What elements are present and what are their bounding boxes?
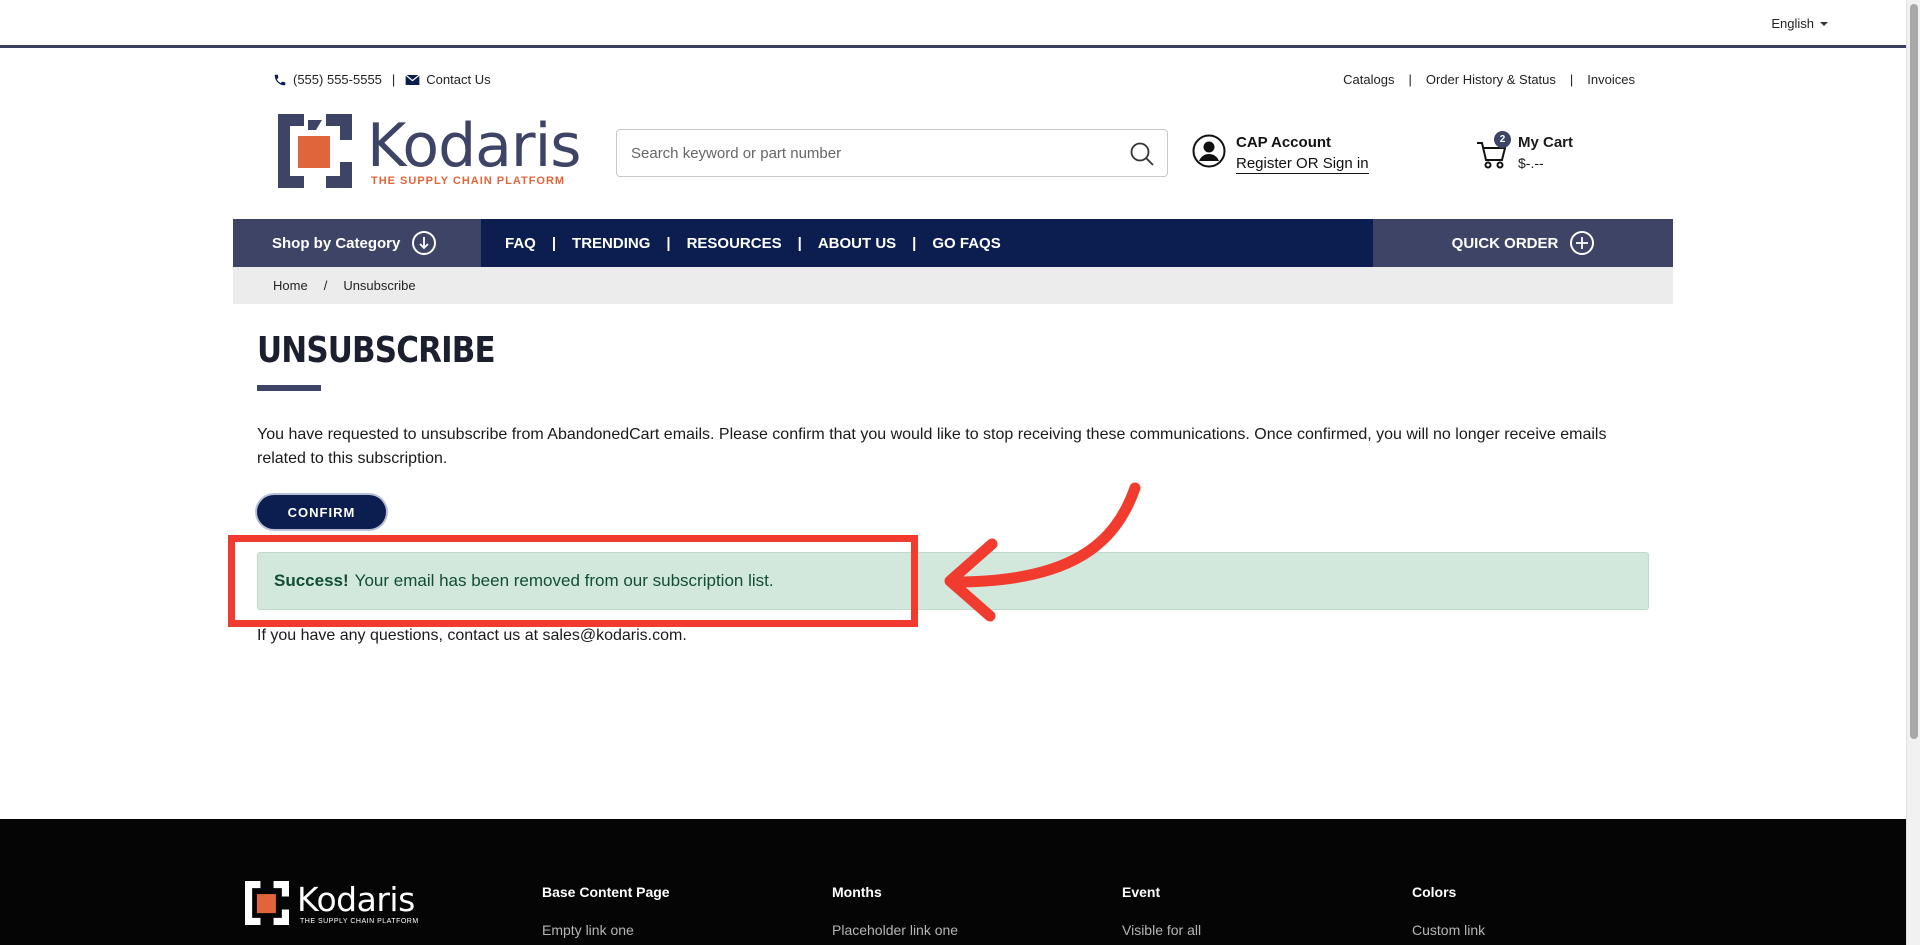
footer-column: Event Visible for all: [1122, 884, 1201, 938]
footer-link[interactable]: Placeholder link one: [832, 922, 958, 938]
footer-heading: Colors: [1412, 884, 1457, 900]
page-title: UNSUBSCRIBE: [257, 330, 496, 371]
footer-column: Months Placeholder link one: [832, 884, 958, 938]
mail-icon: [405, 74, 421, 85]
utility-links: Catalogs | Order History & Status | Invo…: [1343, 72, 1635, 87]
footer-heading: Event: [1122, 884, 1161, 900]
top-utility-bar: English: [0, 0, 1906, 48]
annotation-arrow-icon: [944, 482, 1141, 622]
search-icon[interactable]: [1129, 141, 1155, 167]
caret-down-icon: [1820, 21, 1828, 26]
footer-logo-tagline: THE SUPPLY CHAIN PLATFORM: [300, 918, 419, 925]
annotation-highlight-box: [228, 535, 918, 627]
logo-wordmark: Kodaris: [367, 111, 582, 181]
nav-link-faq[interactable]: FAQ: [505, 235, 536, 252]
footer-column: Colors Custom link: [1412, 884, 1485, 938]
footer-link[interactable]: Custom link: [1412, 922, 1485, 938]
contact-row: (555) 555-5555 | Contact Us: [273, 72, 491, 87]
footer-heading: Months: [832, 884, 882, 900]
breadcrumb-current: Unsubscribe: [343, 278, 416, 293]
footer-column: Base Content Page Empty link one: [542, 884, 670, 938]
language-selector[interactable]: English: [1771, 16, 1828, 31]
separator: |: [391, 72, 396, 87]
cart-widget[interactable]: 2 My Cart $-.--: [1476, 131, 1574, 172]
user-icon: [1192, 134, 1226, 168]
invoices-link[interactable]: Invoices: [1587, 72, 1635, 87]
footer-heading: Base Content Page: [542, 884, 670, 900]
phone-number[interactable]: (555) 555-5555: [293, 72, 382, 87]
quick-order-button[interactable]: QUICK ORDER: [1373, 219, 1673, 267]
nav-link-go-faqs[interactable]: GO FAQS: [932, 235, 1000, 252]
separator: |: [797, 234, 802, 252]
logo-tagline: THE SUPPLY CHAIN PLATFORM: [371, 175, 566, 187]
language-label: English: [1771, 16, 1814, 31]
breadcrumb-separator: /: [323, 278, 328, 293]
catalogs-link[interactable]: Catalogs: [1343, 72, 1394, 87]
scrollbar[interactable]: [1906, 0, 1920, 945]
cart-title: My Cart: [1518, 134, 1574, 151]
shop-by-category-label: Shop by Category: [272, 234, 401, 252]
arrow-down-circle-icon: [412, 231, 437, 255]
cart-total: $-.--: [1518, 155, 1544, 171]
phone-icon: [274, 74, 286, 85]
scrollbar-thumb[interactable]: [1910, 4, 1918, 739]
order-history-link[interactable]: Order History & Status: [1426, 72, 1556, 87]
site-logo[interactable]: Kodaris THE SUPPLY CHAIN PLATFORM: [278, 114, 582, 190]
nav-link-about-us[interactable]: ABOUT US: [818, 235, 896, 252]
unsubscribe-description: You have requested to unsubscribe from A…: [257, 426, 1607, 467]
search-bar: [616, 129, 1168, 177]
nav-link-resources[interactable]: RESOURCES: [687, 235, 782, 252]
footer-logo[interactable]: Kodaris THE SUPPLY CHAIN PLATFORM: [245, 881, 425, 929]
separator: |: [912, 234, 917, 252]
nav-links: FAQ | TRENDING | RESOURCES | ABOUT US | …: [505, 219, 1001, 267]
quick-order-label: QUICK ORDER: [1451, 234, 1559, 252]
confirm-button[interactable]: CONFIRM: [257, 495, 386, 529]
footer-link[interactable]: Empty link one: [542, 922, 670, 938]
search-input[interactable]: [631, 142, 1111, 164]
account-widget[interactable]: CAP Account Register OR Sign in: [1192, 134, 1369, 174]
site-footer: Kodaris THE SUPPLY CHAIN PLATFORM Base C…: [0, 819, 1906, 945]
contact-questions-text: If you have any questions, contact us at…: [257, 627, 687, 644]
breadcrumb: Home / Unsubscribe: [233, 267, 1673, 304]
kodaris-logo-mark: [245, 881, 289, 925]
shop-by-category-button[interactable]: Shop by Category: [233, 219, 481, 267]
breadcrumb-home[interactable]: Home: [273, 278, 308, 293]
title-underline: [257, 385, 321, 391]
separator: |: [666, 234, 671, 252]
kodaris-logo-mark: [278, 114, 352, 188]
footer-logo-wordmark: Kodaris: [297, 880, 415, 919]
separator: |: [1569, 72, 1574, 87]
separator: |: [551, 234, 557, 252]
main-navbar: Shop by Category FAQ | TRENDING | RESOUR…: [233, 219, 1673, 267]
separator: |: [1408, 72, 1412, 87]
cart-count-badge: 2: [1494, 131, 1511, 148]
register-sign-in-link[interactable]: Register OR Sign in: [1236, 155, 1369, 174]
nav-link-trending[interactable]: TRENDING: [572, 235, 650, 252]
plus-circle-icon: [1570, 231, 1595, 255]
account-title: CAP Account: [1236, 134, 1332, 151]
contact-us-link[interactable]: Contact Us: [426, 72, 490, 87]
footer-link[interactable]: Visible for all: [1122, 922, 1201, 938]
